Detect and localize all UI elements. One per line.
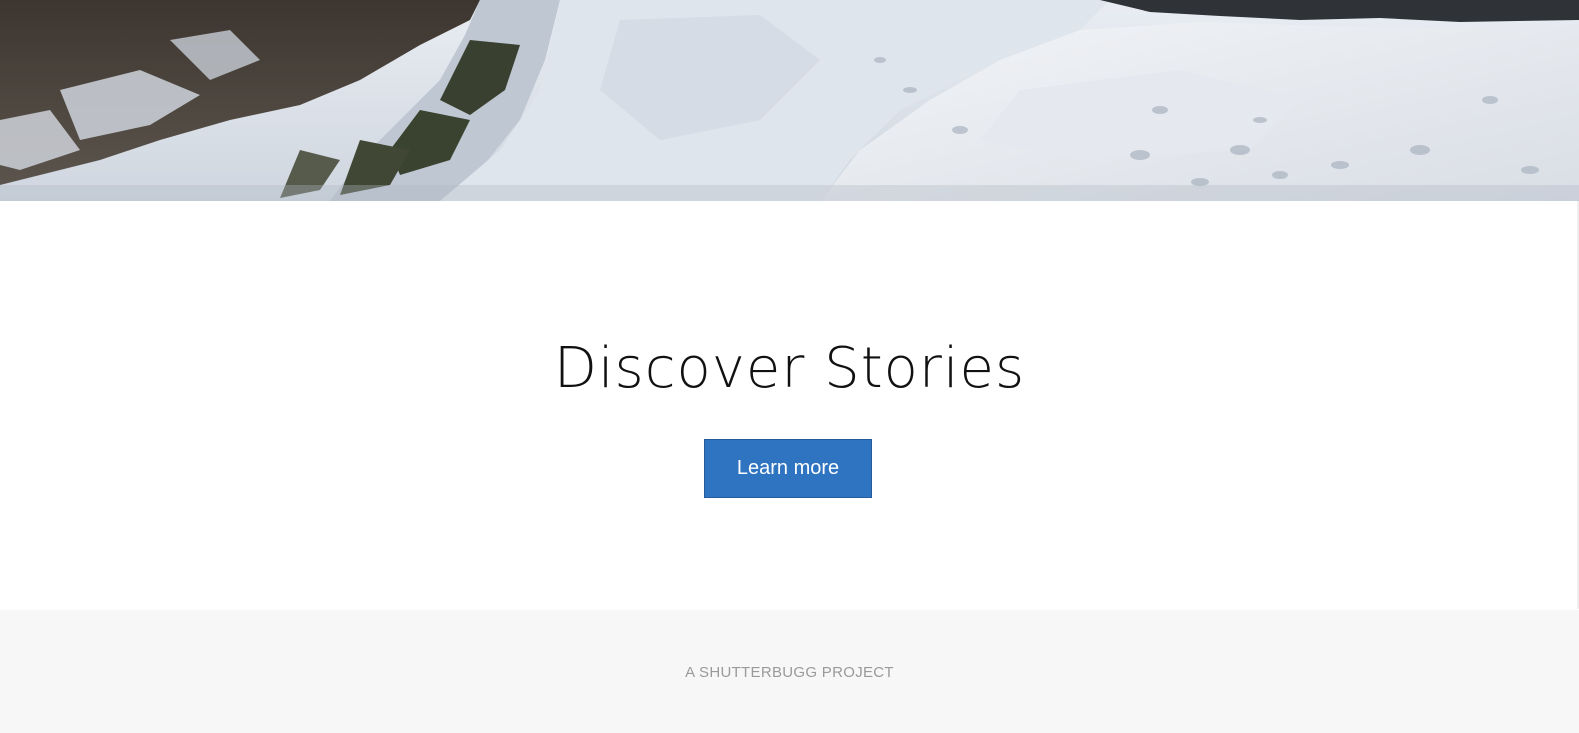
footer-text: A SHUTTERBUGG PROJECT xyxy=(685,664,894,681)
snowy-mountain-photo xyxy=(0,0,1579,201)
learn-more-button[interactable]: Learn more xyxy=(704,439,872,498)
cta-section: Discover Stories Learn more xyxy=(0,201,1579,610)
hero-image xyxy=(0,0,1579,201)
cta-title: Discover Stories xyxy=(553,336,1026,401)
footer: A SHUTTERBUGG PROJECT xyxy=(0,610,1579,733)
